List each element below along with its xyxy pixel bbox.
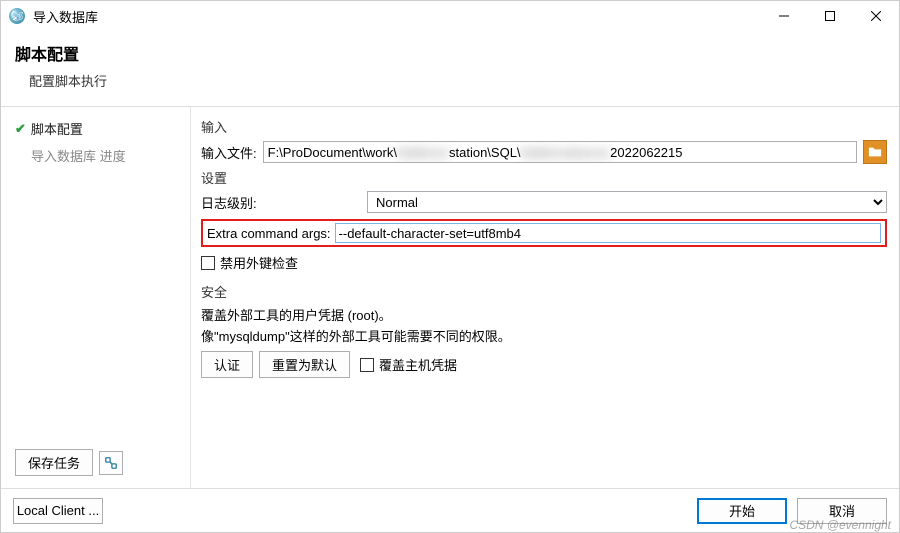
reset-default-button[interactable]: 重置为默认 [259, 351, 350, 378]
checkmark-icon: ✔ [15, 121, 26, 137]
extra-args-input[interactable] [335, 223, 881, 243]
input-file-row: 输入文件: F:\ProDocument\work\ hiddenxx stat… [201, 140, 887, 164]
security-line1: 覆盖外部工具的用户凭据 (root)。 [201, 305, 887, 324]
security-line2: 像"mysqldump"这样的外部工具可能需要不同的权限。 [201, 326, 887, 345]
close-button[interactable] [853, 1, 899, 31]
security-buttons: 认证 重置为默认 覆盖主机凭据 [201, 351, 887, 378]
override-host-row[interactable]: 覆盖主机凭据 [360, 355, 457, 374]
link-icon-button[interactable] [99, 451, 123, 475]
save-task-row: 保存任务 [1, 449, 190, 488]
loglevel-row: 日志级别: Normal [201, 191, 887, 213]
cancel-button[interactable]: 取消 [797, 498, 887, 524]
page-title: 脚本配置 [15, 41, 885, 65]
window-controls [761, 1, 899, 31]
sidebar-item-script-config[interactable]: ✔ 脚本配置 [1, 115, 190, 142]
dialog-window: 🐿 导入数据库 脚本配置 配置脚本执行 ✔ 脚本配置 导 [0, 0, 900, 533]
loglevel-label: 日志级别: [201, 193, 361, 212]
window-title: 导入数据库 [33, 7, 761, 26]
sidebar-item-label: 导入数据库 进度 [31, 146, 126, 165]
disable-fk-row[interactable]: 禁用外键检查 [201, 253, 887, 272]
extra-args-label: Extra command args: [207, 226, 331, 241]
start-button[interactable]: 开始 [697, 498, 787, 524]
app-icon: 🐿 [9, 8, 25, 24]
override-host-label: 覆盖主机凭据 [379, 355, 457, 374]
local-client-button[interactable]: Local Client ... [13, 498, 103, 524]
security-group: 安全 覆盖外部工具的用户凭据 (root)。 像"mysqldump"这样的外部… [201, 282, 887, 378]
dialog-footer: Local Client ... 开始 取消 [1, 488, 899, 532]
maximize-button[interactable] [807, 1, 853, 31]
title-bar: 🐿 导入数据库 [1, 1, 899, 31]
sidebar-item-label: 脚本配置 [31, 119, 83, 138]
content-panel: 输入 输入文件: F:\ProDocument\work\ hiddenxx s… [191, 107, 899, 488]
input-file-field[interactable]: F:\ProDocument\work\ hiddenxx station\SQ… [263, 141, 857, 163]
browse-file-button[interactable] [863, 140, 887, 164]
loglevel-select[interactable]: Normal [367, 191, 887, 213]
group-input-label: 输入 [201, 117, 887, 136]
auth-button[interactable]: 认证 [201, 351, 253, 378]
dialog-body: ✔ 脚本配置 导入数据库 进度 保存任务 输入 输入文件: F:\ProDocu… [1, 107, 899, 488]
input-file-label: 输入文件: [201, 143, 257, 162]
extra-args-row: Extra command args: [201, 219, 887, 247]
group-settings-label: 设置 [201, 168, 887, 187]
dialog-header: 脚本配置 配置脚本执行 [1, 31, 899, 106]
minimize-button[interactable] [761, 1, 807, 31]
disable-fk-label: 禁用外键检查 [220, 253, 298, 272]
group-security-label: 安全 [201, 282, 887, 301]
save-task-button[interactable]: 保存任务 [15, 449, 93, 476]
page-subtitle: 配置脚本执行 [29, 71, 885, 90]
wizard-sidebar: ✔ 脚本配置 导入数据库 进度 保存任务 [1, 107, 191, 488]
sidebar-item-import-progress[interactable]: 导入数据库 进度 [1, 142, 190, 169]
disable-fk-checkbox[interactable] [201, 256, 215, 270]
override-host-checkbox[interactable] [360, 358, 374, 372]
